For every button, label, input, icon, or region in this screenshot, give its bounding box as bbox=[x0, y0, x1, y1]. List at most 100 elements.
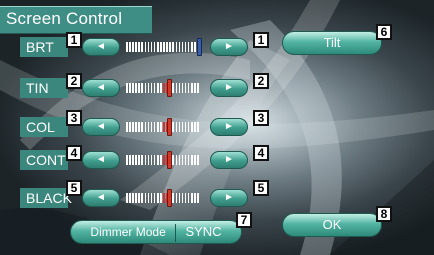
callout-5-right: 5 bbox=[253, 180, 269, 196]
col-decrease-button[interactable]: ◄ bbox=[82, 118, 120, 136]
slider-tick bbox=[187, 122, 190, 132]
slider-tick bbox=[194, 122, 196, 132]
black-decrease-button[interactable]: ◄ bbox=[82, 189, 120, 207]
slider-tick bbox=[181, 193, 184, 203]
slider-tick bbox=[169, 42, 171, 52]
slider-tick bbox=[190, 42, 193, 52]
ok-button[interactable]: OK bbox=[282, 213, 382, 237]
slider-tick bbox=[144, 122, 147, 132]
slider-tick bbox=[141, 42, 144, 52]
slider-tick bbox=[141, 122, 144, 132]
slider-tick bbox=[172, 122, 174, 132]
slider-tick bbox=[129, 155, 131, 165]
tin-increase-button[interactable]: ► bbox=[210, 79, 248, 97]
slider-tick bbox=[150, 155, 153, 165]
slider-tick bbox=[156, 42, 159, 52]
slider-tick bbox=[175, 122, 178, 132]
slider-tick bbox=[175, 83, 178, 93]
slider-tick bbox=[150, 42, 153, 52]
slider-tick bbox=[190, 193, 193, 203]
slider-tick bbox=[156, 193, 159, 203]
slider-tick bbox=[178, 42, 181, 52]
slider-knob[interactable] bbox=[167, 79, 173, 97]
slider-tick bbox=[187, 193, 190, 203]
slider-tick bbox=[187, 83, 190, 93]
slider-tick bbox=[135, 42, 137, 52]
title-bar: Screen Control bbox=[0, 6, 152, 34]
slider-tick bbox=[190, 83, 193, 93]
slider-tick bbox=[175, 155, 178, 165]
cont-decrease-button[interactable]: ◄ bbox=[82, 151, 120, 169]
slider-tick bbox=[156, 83, 159, 93]
slider-tick bbox=[172, 155, 174, 165]
slider-tick bbox=[150, 83, 153, 93]
slider-tick bbox=[156, 122, 159, 132]
slider-tick bbox=[153, 42, 156, 52]
cont-slider[interactable] bbox=[126, 151, 206, 169]
black-slider[interactable] bbox=[126, 189, 206, 207]
slider-tick bbox=[163, 193, 165, 203]
tin-slider[interactable] bbox=[126, 79, 206, 97]
slider-tick bbox=[132, 193, 134, 203]
slider-tick bbox=[160, 42, 162, 52]
slider-tick bbox=[197, 155, 199, 165]
brt-decrease-button[interactable]: ◄ bbox=[82, 38, 120, 56]
callout-7: 7 bbox=[236, 212, 252, 228]
callout-3-right: 3 bbox=[253, 110, 269, 126]
slider-tick bbox=[166, 42, 168, 52]
slider-tick bbox=[138, 83, 140, 93]
callout-4: 4 bbox=[66, 145, 82, 161]
slider-knob[interactable] bbox=[167, 151, 173, 169]
slider-tick bbox=[178, 83, 181, 93]
dimmer-mode-button[interactable]: Dimmer Mode SYNC bbox=[70, 220, 242, 244]
slider-tick bbox=[187, 155, 190, 165]
tilt-button[interactable]: Tilt bbox=[282, 31, 382, 55]
slider-tick bbox=[194, 155, 196, 165]
slider-knob[interactable] bbox=[167, 189, 173, 207]
callout-4-right: 4 bbox=[253, 145, 269, 161]
slider-tick bbox=[156, 155, 159, 165]
slider-tick bbox=[147, 42, 150, 52]
slider-tick bbox=[132, 155, 134, 165]
tin-decrease-button[interactable]: ◄ bbox=[82, 79, 120, 97]
brt-increase-button[interactable]: ► bbox=[210, 38, 248, 56]
sync-label: SYNC bbox=[185, 224, 222, 239]
brt-slider[interactable] bbox=[126, 38, 206, 56]
callout-6: 6 bbox=[376, 24, 392, 40]
slider-knob[interactable] bbox=[167, 118, 173, 136]
slider-tick bbox=[132, 42, 134, 52]
slider-tick bbox=[150, 193, 153, 203]
row-label-tin: TIN bbox=[20, 78, 68, 98]
slider-tick bbox=[141, 83, 144, 93]
col-increase-button[interactable]: ► bbox=[210, 118, 248, 136]
slider-tick bbox=[153, 122, 156, 132]
slider-tick bbox=[194, 83, 196, 93]
callout-1-right: 1 bbox=[253, 32, 269, 48]
cont-increase-button[interactable]: ► bbox=[210, 151, 248, 169]
slider-tick bbox=[197, 83, 199, 93]
slider-tick bbox=[141, 155, 144, 165]
slider-tick bbox=[126, 83, 128, 93]
slider-tick bbox=[141, 193, 144, 203]
callout-3: 3 bbox=[66, 110, 82, 126]
slider-tick bbox=[126, 122, 128, 132]
callout-8: 8 bbox=[376, 206, 392, 222]
slider-tick bbox=[147, 83, 150, 93]
slider-tick bbox=[160, 83, 162, 93]
slider-tick bbox=[194, 193, 196, 203]
slider-tick bbox=[172, 193, 174, 203]
slider-tick bbox=[129, 42, 131, 52]
black-increase-button[interactable]: ► bbox=[210, 189, 248, 207]
slider-tick bbox=[138, 122, 140, 132]
slider-knob[interactable] bbox=[197, 38, 203, 56]
col-slider[interactable] bbox=[126, 118, 206, 136]
slider-tick bbox=[178, 193, 181, 203]
slider-tick bbox=[126, 42, 128, 52]
slider-tick bbox=[147, 193, 150, 203]
callout-2: 2 bbox=[66, 73, 82, 89]
page-title: Screen Control bbox=[6, 9, 123, 28]
divider bbox=[175, 223, 177, 242]
callout-2-right: 2 bbox=[253, 73, 269, 89]
slider-tick bbox=[163, 42, 165, 52]
slider-tick bbox=[184, 193, 187, 203]
